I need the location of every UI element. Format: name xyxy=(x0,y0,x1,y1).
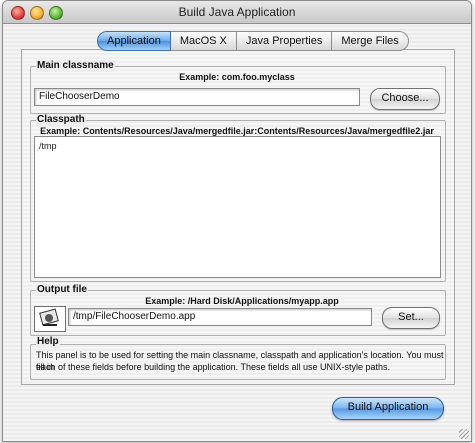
tab-bar: Application MacOS X Java Properties Merg… xyxy=(97,31,409,51)
output-file-input[interactable]: /tmp/FileChooserDemo.app xyxy=(68,308,372,326)
main-classname-input[interactable]: FileChooserDemo xyxy=(34,88,360,106)
set-button[interactable]: Set... xyxy=(382,307,440,329)
build-application-button[interactable]: Build Application xyxy=(332,397,444,420)
output-file-label: Output file xyxy=(36,284,88,296)
window-title: Build Java Application xyxy=(178,5,296,19)
help-text-line-2: each of these fields before building the… xyxy=(36,362,391,372)
classpath-example: Example: Contents/Resources/Java/mergedf… xyxy=(40,126,434,136)
resize-grip-icon[interactable] xyxy=(459,429,469,439)
tab-merge-files[interactable]: Merge Files xyxy=(332,31,409,51)
classpath-label: Classpath xyxy=(36,114,86,126)
tab-application[interactable]: Application xyxy=(97,31,171,51)
build-java-app-window: Build Java Application Main classname Ex… xyxy=(2,0,472,442)
output-file-example: Example: /Hard Disk/Applications/myapp.a… xyxy=(145,296,339,306)
main-classname-label: Main classname xyxy=(36,60,115,72)
title-bar[interactable]: Build Java Application xyxy=(3,1,471,24)
application-icon[interactable] xyxy=(34,306,66,332)
classpath-textarea[interactable]: /tmp xyxy=(34,136,441,278)
application-tab-panel: Main classname Example: com.foo.myclass … xyxy=(21,49,455,385)
choose-button[interactable]: Choose... xyxy=(370,88,440,110)
tab-java-properties[interactable]: Java Properties xyxy=(236,31,333,51)
tab-macos-x[interactable]: MacOS X xyxy=(170,31,237,51)
main-classname-example: Example: com.foo.myclass xyxy=(179,72,295,82)
help-label: Help xyxy=(36,336,60,348)
